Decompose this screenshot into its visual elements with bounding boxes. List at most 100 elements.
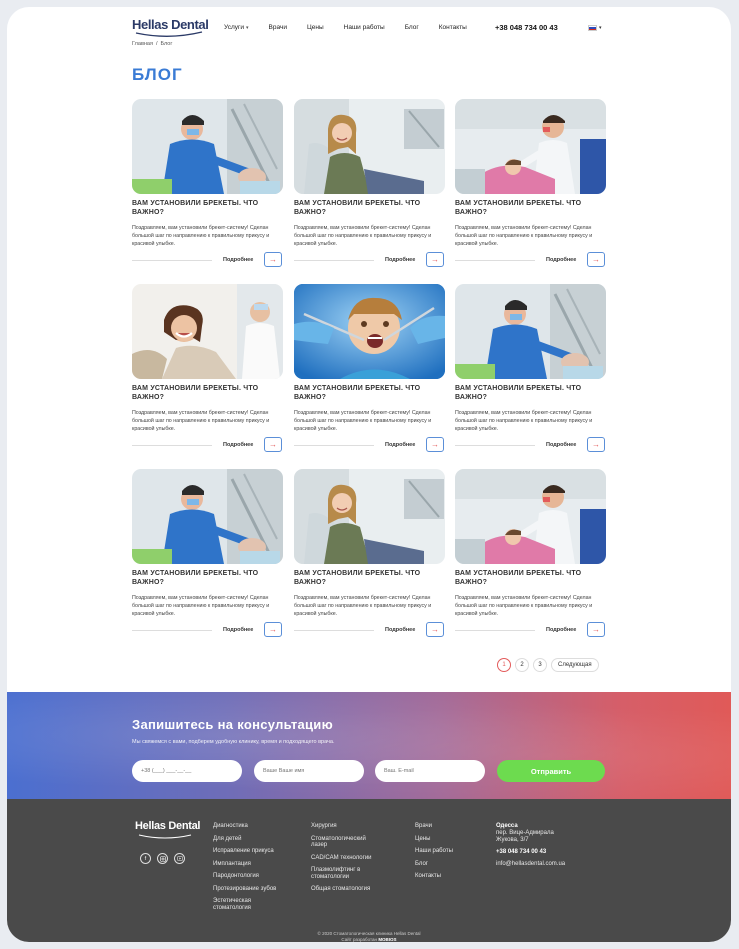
read-more-link[interactable]: Подробнее bbox=[546, 257, 576, 263]
blog-card-title[interactable]: ВАМ УСТАНОВИЛИ БРЕКЕТЫ. ЧТО ВАЖНО? bbox=[294, 570, 445, 587]
blog-card-title[interactable]: ВАМ УСТАНОВИЛИ БРЕКЕТЫ. ЧТО ВАЖНО? bbox=[455, 385, 606, 402]
name-field[interactable] bbox=[254, 760, 364, 782]
read-more-link[interactable]: Подробнее bbox=[546, 627, 576, 633]
chevron-down-icon: ▾ bbox=[599, 25, 602, 31]
blog-card[interactable]: ВАМ УСТАНОВИЛИ БРЕКЕТЫ. ЧТО ВАЖНО? Поздр… bbox=[132, 469, 283, 641]
header-phone[interactable]: +38 048 734 00 43 bbox=[495, 23, 558, 32]
facebook-icon[interactable]: f bbox=[140, 853, 151, 864]
developer-credit[interactable]: Сайт разработан MOBIOS bbox=[7, 937, 731, 943]
blog-card-image[interactable] bbox=[294, 99, 445, 194]
blog-card[interactable]: ВАМ УСТАНОВИЛИ БРЕКЕТЫ. ЧТО ВАЖНО? Поздр… bbox=[294, 99, 445, 271]
arrow-right-icon[interactable]: → bbox=[264, 437, 282, 452]
blog-card[interactable]: ВАМ УСТАНОВИЛИ БРЕКЕТЫ. ЧТО ВАЖНО? Поздр… bbox=[455, 469, 606, 641]
contact-email[interactable]: info@hellasdental.com.ua bbox=[496, 861, 571, 867]
contact-address: пер. Вице-Адмирала Жукова, 3/7 bbox=[496, 830, 554, 843]
blog-card-image[interactable] bbox=[132, 99, 283, 194]
arrow-right-icon[interactable]: → bbox=[587, 622, 605, 637]
blog-card-title[interactable]: ВАМ УСТАНОВИЛИ БРЕКЕТЫ. ЧТО ВАЖНО? bbox=[294, 200, 445, 217]
read-more-link[interactable]: Подробнее bbox=[546, 442, 576, 448]
footer-link[interactable]: Стоматологический лазер bbox=[311, 836, 383, 849]
submit-button[interactable]: Отправить bbox=[497, 760, 605, 782]
read-more-link[interactable]: Подробнее bbox=[385, 627, 415, 633]
email-field[interactable] bbox=[375, 760, 485, 782]
nav-item-doctors[interactable]: Врачи bbox=[269, 24, 287, 31]
nav-item-works[interactable]: Наши работы bbox=[344, 24, 385, 31]
footer-contact: Одесса пер. Вице-Адмирала Жукова, 3/7 +3… bbox=[496, 823, 571, 867]
blog-card[interactable]: ВАМ УСТАНОВИЛИ БРЕКЕТЫ. ЧТО ВАЖНО? Поздр… bbox=[294, 284, 445, 456]
site-logo[interactable]: Hellas Dental bbox=[132, 17, 209, 32]
arrow-right-icon[interactable]: → bbox=[426, 622, 444, 637]
footer-link[interactable]: Врачи bbox=[415, 823, 475, 830]
footer-link[interactable]: Для детей bbox=[213, 836, 283, 843]
blog-card-image[interactable] bbox=[455, 99, 606, 194]
nav-item-blog[interactable]: Блог bbox=[405, 24, 419, 31]
pagination: 1 2 3 Следующая bbox=[497, 658, 599, 672]
arrow-right-icon[interactable]: → bbox=[264, 622, 282, 637]
nav-item-contacts[interactable]: Контакты bbox=[439, 24, 467, 31]
page-button-3[interactable]: 3 bbox=[533, 658, 547, 672]
blog-card-image[interactable] bbox=[132, 284, 283, 379]
blog-card-title[interactable]: ВАМ УСТАНОВИЛИ БРЕКЕТЫ. ЧТО ВАЖНО? bbox=[132, 200, 283, 217]
page-button-1[interactable]: 1 bbox=[497, 658, 511, 672]
footer-link[interactable]: Протезирование зубов bbox=[213, 886, 283, 893]
language-switcher[interactable]: ▾ bbox=[588, 24, 606, 32]
phone-field[interactable] bbox=[132, 760, 242, 782]
breadcrumb-home[interactable]: Главная bbox=[132, 41, 153, 47]
next-page-button[interactable]: Следующая bbox=[551, 658, 599, 672]
footer-link[interactable]: Эстетическая стоматология bbox=[213, 898, 283, 911]
arrow-right-icon[interactable]: → bbox=[587, 252, 605, 267]
read-more-link[interactable]: Подробнее bbox=[223, 627, 253, 633]
footer-link[interactable]: Общая стоматология bbox=[311, 886, 383, 893]
blog-card-excerpt: Поздравляем, вам установили брекет-систе… bbox=[455, 595, 593, 617]
blog-card-image[interactable] bbox=[455, 469, 606, 564]
blog-card-title[interactable]: ВАМ УСТАНОВИЛИ БРЕКЕТЫ. ЧТО ВАЖНО? bbox=[455, 570, 606, 587]
read-more-link[interactable]: Подробнее bbox=[385, 257, 415, 263]
contact-phone[interactable]: +38 048 734 00 43 bbox=[496, 849, 571, 855]
read-more-link[interactable]: Подробнее bbox=[385, 442, 415, 448]
blog-card-excerpt: Поздравляем, вам установили брекет-систе… bbox=[294, 410, 432, 432]
nav-item-prices[interactable]: Цены bbox=[307, 24, 324, 31]
arrow-right-icon[interactable]: → bbox=[426, 437, 444, 452]
arrow-right-icon[interactable]: → bbox=[264, 252, 282, 267]
nav-item-services[interactable]: Услуги ▾ bbox=[224, 24, 249, 31]
instagram-icon[interactable] bbox=[157, 853, 168, 864]
page-button-2[interactable]: 2 bbox=[515, 658, 529, 672]
footer-link[interactable]: Диагностика bbox=[213, 823, 283, 830]
blog-card-title[interactable]: ВАМ УСТАНОВИЛИ БРЕКЕТЫ. ЧТО ВАЖНО? bbox=[455, 200, 606, 217]
blog-card-image[interactable] bbox=[455, 284, 606, 379]
footer-link[interactable]: Исправление прикуса bbox=[213, 848, 283, 855]
youtube-icon[interactable] bbox=[174, 853, 185, 864]
blog-card[interactable]: ВАМ УСТАНОВИЛИ БРЕКЕТЫ. ЧТО ВАЖНО? Поздр… bbox=[132, 284, 283, 456]
blog-card-title[interactable]: ВАМ УСТАНОВИЛИ БРЕКЕТЫ. ЧТО ВАЖНО? bbox=[132, 385, 283, 402]
blog-card-image[interactable] bbox=[294, 469, 445, 564]
blog-card[interactable]: ВАМ УСТАНОВИЛИ БРЕКЕТЫ. ЧТО ВАЖНО? Поздр… bbox=[132, 99, 283, 271]
blog-card[interactable]: ВАМ УСТАНОВИЛИ БРЕКЕТЫ. ЧТО ВАЖНО? Поздр… bbox=[455, 284, 606, 456]
arrow-right-icon[interactable]: → bbox=[587, 437, 605, 452]
footer-link[interactable]: Плазмолифтинг в стоматологии bbox=[311, 867, 383, 880]
page-frame: Hellas Dental Услуги ▾ Врачи Цены Наши ра… bbox=[7, 7, 731, 942]
blog-card-title[interactable]: ВАМ УСТАНОВИЛИ БРЕКЕТЫ. ЧТО ВАЖНО? bbox=[294, 385, 445, 402]
footer-link[interactable]: Блог bbox=[415, 861, 475, 868]
blog-card-image[interactable] bbox=[132, 469, 283, 564]
social-links: f bbox=[140, 853, 185, 864]
footer-links-column: Врачи Цены Наши работы Блог Контакты bbox=[415, 823, 475, 886]
blog-card[interactable]: ВАМ УСТАНОВИЛИ БРЕКЕТЫ. ЧТО ВАЖНО? Поздр… bbox=[294, 469, 445, 641]
blog-card-excerpt: Поздравляем, вам установили брекет-систе… bbox=[455, 410, 593, 432]
footer-link[interactable]: Имплантация bbox=[213, 861, 283, 868]
blog-card-footer: Подробнее → bbox=[132, 252, 283, 268]
blog-card-title[interactable]: ВАМ УСТАНОВИЛИ БРЕКЕТЫ. ЧТО ВАЖНО? bbox=[132, 570, 283, 587]
blog-card[interactable]: ВАМ УСТАНОВИЛИ БРЕКЕТЫ. ЧТО ВАЖНО? Поздр… bbox=[455, 99, 606, 271]
blog-card-image[interactable] bbox=[294, 284, 445, 379]
footer-link[interactable]: CAD/CAM технологии bbox=[311, 855, 383, 862]
footer-link[interactable]: Цены bbox=[415, 836, 475, 843]
footer-link[interactable]: Хирургия bbox=[311, 823, 383, 830]
footer-link[interactable]: Пародонтология bbox=[213, 873, 283, 880]
breadcrumb-separator: / bbox=[155, 41, 158, 47]
arrow-right-icon[interactable]: → bbox=[426, 252, 444, 267]
read-more-link[interactable]: Подробнее bbox=[223, 442, 253, 448]
breadcrumb-current: Блог bbox=[160, 41, 173, 47]
footer-link[interactable]: Контакты bbox=[415, 873, 475, 880]
footer-link[interactable]: Наши работы bbox=[415, 848, 475, 855]
footer-logo[interactable]: Hellas Dental bbox=[135, 820, 200, 832]
read-more-link[interactable]: Подробнее bbox=[223, 257, 253, 263]
